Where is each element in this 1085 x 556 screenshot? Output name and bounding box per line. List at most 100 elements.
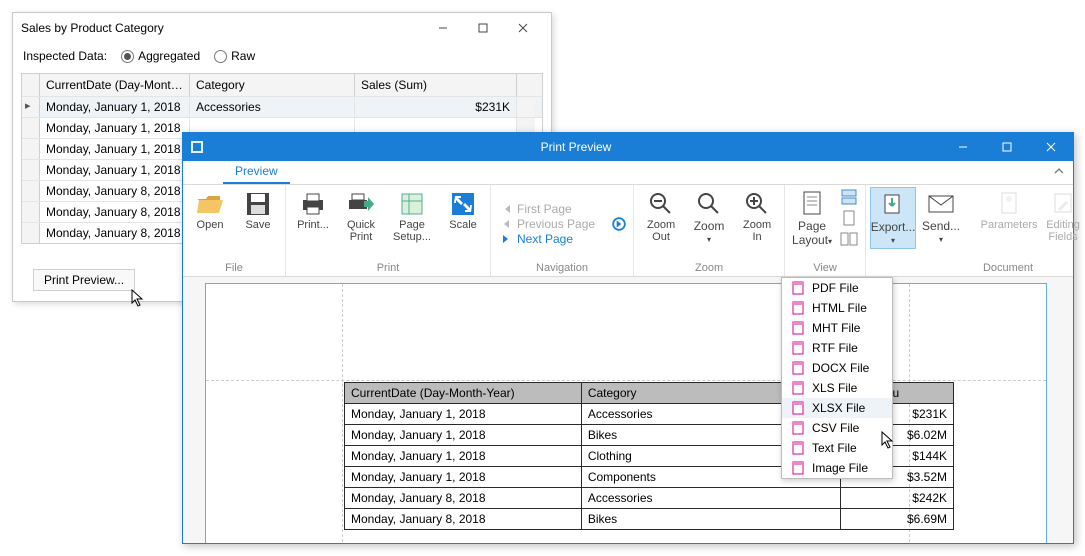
- ribbon: Open Save File Print... Quick Print: [183, 185, 1073, 277]
- editing-fields-icon: [1046, 189, 1080, 219]
- col-sales[interactable]: Sales (Sum): [355, 74, 517, 96]
- ribbon-collapse-icon[interactable]: [1053, 165, 1065, 177]
- group-zoom: Zoom Out Zoom▾ Zoom In Zoom: [634, 185, 785, 276]
- export-menu-item[interactable]: DOCX File: [782, 358, 892, 378]
- col-date[interactable]: CurrentDate (Day-Month...: [40, 74, 190, 96]
- envelope-icon: [924, 189, 958, 219]
- grid-header: CurrentDate (Day-Month... Category Sales…: [22, 74, 542, 96]
- group-navigation: First Page Previous Page Next Page Navig…: [491, 185, 634, 276]
- print-preview-button[interactable]: Print Preview...: [33, 269, 135, 291]
- save-icon: [241, 189, 275, 219]
- export-menu-item[interactable]: Text File: [782, 438, 892, 458]
- export-menu-item[interactable]: MHT File: [782, 318, 892, 338]
- win2-titlebar: Print Preview: [183, 133, 1073, 161]
- export-dropdown[interactable]: PDF FileHTML FileMHT FileRTF FileDOCX Fi…: [781, 277, 893, 479]
- table-row[interactable]: Monday, January 1, 2018 Accessories $231…: [22, 96, 542, 117]
- view-toggles: [837, 187, 861, 249]
- nextpage-icon: [499, 233, 513, 245]
- save-button[interactable]: Save: [235, 187, 281, 234]
- zoom-out-button[interactable]: Zoom Out: [638, 187, 684, 245]
- lastpage-icon[interactable]: [612, 217, 626, 231]
- firstpage-icon: [499, 203, 513, 215]
- minimize-button[interactable]: [941, 133, 985, 161]
- export-menu-item[interactable]: PDF File: [782, 278, 892, 298]
- next-page-button[interactable]: Next Page: [499, 232, 595, 246]
- send-button[interactable]: Send...▾: [918, 187, 964, 247]
- file-icon: [790, 461, 806, 475]
- group-document: Export...▾ Send...▾ Parameters Editing F…: [866, 185, 1085, 276]
- table-row: Monday, January 8, 2018Accessories$242K: [345, 488, 954, 509]
- page-layout-button[interactable]: Page Layout▾: [789, 187, 835, 249]
- file-icon: [790, 381, 806, 395]
- nav-mini-list: First Page Previous Page Next Page: [495, 200, 599, 248]
- file-icon: [790, 341, 806, 355]
- two-page-icon[interactable]: [837, 229, 861, 249]
- win1-titlebar: Sales by Product Category: [13, 13, 551, 43]
- inspected-data-row: Inspected Data: Aggregated Raw: [13, 43, 551, 69]
- file-icon: [790, 421, 806, 435]
- file-icon: [790, 401, 806, 415]
- doc-col-date: CurrentDate (Day-Month-Year): [345, 383, 582, 404]
- inspected-label: Inspected Data:: [23, 49, 107, 63]
- win1-title: Sales by Product Category: [21, 21, 423, 35]
- minimize-button[interactable]: [423, 14, 463, 42]
- export-menu-item[interactable]: Image File: [782, 458, 892, 478]
- table-row: Monday, January 8, 2018Bikes$6.69M: [345, 509, 954, 530]
- file-icon: [790, 361, 806, 375]
- file-icon: [790, 441, 806, 455]
- first-page-button[interactable]: First Page: [499, 202, 595, 216]
- printer-icon: [296, 189, 330, 219]
- group-print: Print... Quick Print Page Setup... Scale…: [286, 185, 491, 276]
- quick-print-button[interactable]: Quick Print: [338, 187, 384, 245]
- col-category[interactable]: Category: [190, 74, 355, 96]
- page-setup-icon: [395, 189, 429, 219]
- prevpage-icon: [499, 218, 513, 230]
- parameters-button[interactable]: Parameters: [980, 187, 1038, 234]
- close-button[interactable]: [503, 14, 543, 42]
- continuous-view-icon[interactable]: [837, 187, 861, 207]
- editing-fields-button[interactable]: Editing Fields: [1040, 187, 1085, 245]
- print-button[interactable]: Print...: [290, 187, 336, 234]
- ribbon-tabs: Preview: [183, 161, 1073, 185]
- tab-preview[interactable]: Preview: [223, 160, 290, 184]
- parameters-icon: [992, 189, 1026, 219]
- maximize-button[interactable]: [463, 14, 503, 42]
- maximize-button[interactable]: [985, 133, 1029, 161]
- zoom-out-icon: [644, 189, 678, 219]
- win2-title: Print Preview: [211, 140, 941, 154]
- scale-button[interactable]: Scale: [440, 187, 486, 234]
- radio-raw[interactable]: Raw: [214, 49, 255, 63]
- page: CurrentDate (Day-Month-Year) Category Sa…: [205, 283, 1047, 543]
- single-page-icon[interactable]: [837, 208, 861, 228]
- export-menu-item[interactable]: RTF File: [782, 338, 892, 358]
- previous-page-button[interactable]: Previous Page: [499, 217, 595, 231]
- page-layout-icon: [795, 189, 829, 219]
- open-folder-icon: [193, 189, 227, 219]
- close-button[interactable]: [1029, 133, 1073, 161]
- open-button[interactable]: Open: [187, 187, 233, 234]
- export-menu-item[interactable]: XLSX File: [782, 398, 892, 418]
- radio-aggregated[interactable]: Aggregated: [121, 49, 200, 63]
- zoom-icon: [692, 189, 726, 219]
- export-button[interactable]: Export...▾: [870, 187, 916, 249]
- quick-print-icon: [344, 189, 378, 219]
- file-icon: [790, 321, 806, 335]
- zoom-in-button[interactable]: Zoom In: [734, 187, 780, 245]
- export-menu-item[interactable]: CSV File: [782, 418, 892, 438]
- cursor-icon: [131, 289, 145, 307]
- file-icon: [790, 281, 806, 295]
- file-icon: [790, 301, 806, 315]
- print-preview-window: Print Preview Preview Open Save File: [182, 132, 1074, 544]
- export-icon: [876, 190, 910, 220]
- app-icon: [183, 139, 211, 155]
- export-menu-item[interactable]: XLS File: [782, 378, 892, 398]
- group-file: Open Save File: [183, 185, 286, 276]
- page-setup-button[interactable]: Page Setup...: [386, 187, 438, 245]
- scroll-placeholder: [517, 74, 535, 96]
- scale-icon: [446, 189, 480, 219]
- export-menu-item[interactable]: HTML File: [782, 298, 892, 318]
- group-view: Page Layout▾ View: [785, 185, 866, 276]
- zoom-in-icon: [740, 189, 774, 219]
- document-area[interactable]: CurrentDate (Day-Month-Year) Category Sa…: [183, 277, 1073, 543]
- zoom-button[interactable]: Zoom▾: [686, 187, 732, 247]
